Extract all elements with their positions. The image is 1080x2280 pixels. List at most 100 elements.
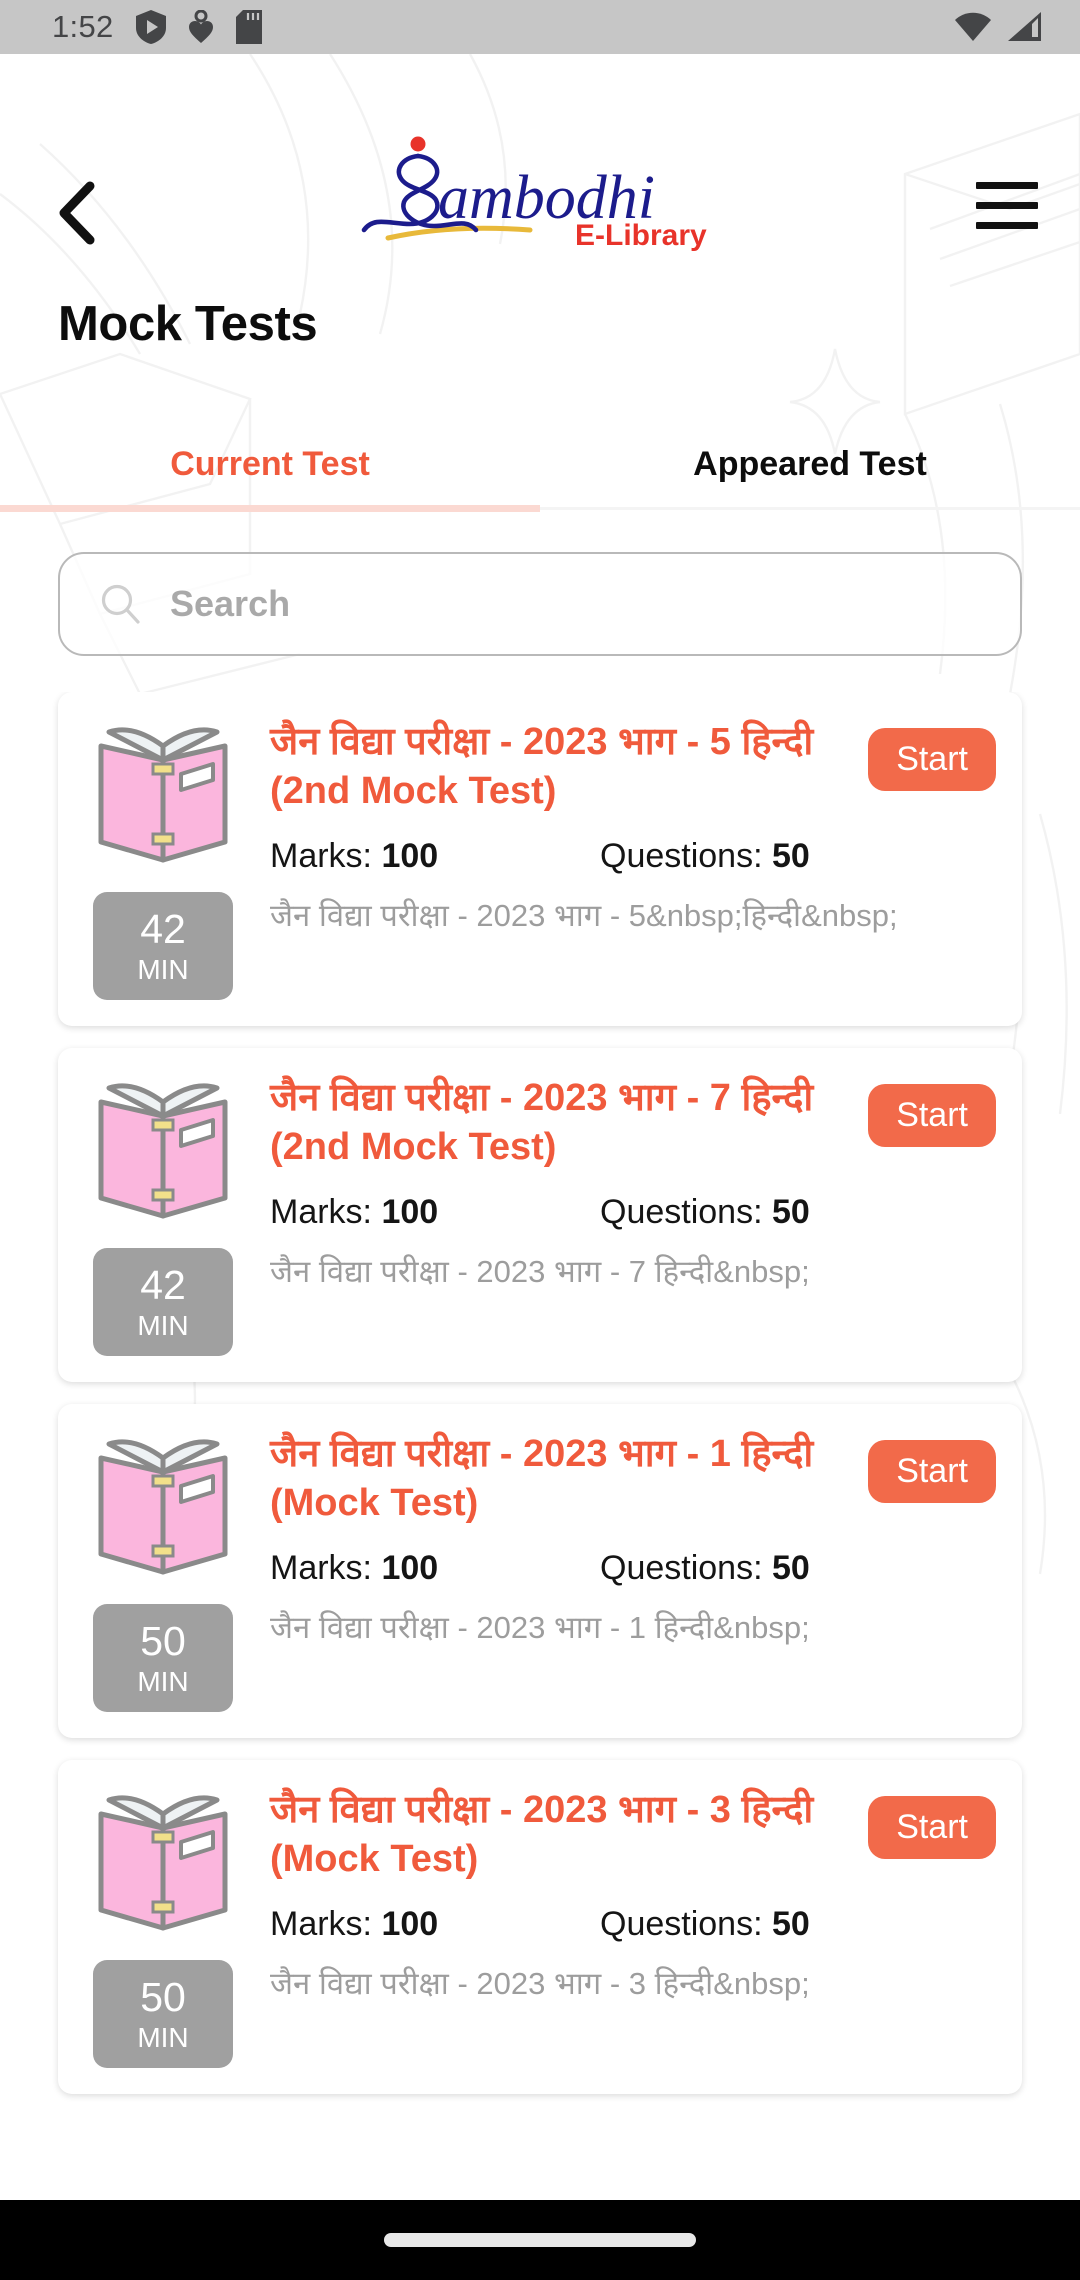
test-card-left: 42 MIN xyxy=(84,718,242,1000)
test-title: जैन विद्या परीक्षा - 2023 भाग - 1 हिन्दी… xyxy=(270,1433,814,1524)
test-card-body: जैन विद्या परीक्षा - 2023 भाग - 5 हिन्दी… xyxy=(242,718,996,938)
start-button[interactable]: Start xyxy=(868,1440,996,1503)
test-card-title-row: जैन विद्या परीक्षा - 2023 भाग - 3 हिन्दी… xyxy=(270,1786,996,1883)
questions-value: 50 xyxy=(771,837,810,876)
tab-active-indicator xyxy=(0,505,540,512)
test-card-title-row: जैन विद्या परीक्षा - 2023 भाग - 5 हिन्दी… xyxy=(270,718,996,815)
duration-unit: MIN xyxy=(137,953,189,985)
duration-value: 50 xyxy=(140,1973,186,2020)
test-card-left: 50 MIN xyxy=(84,1786,242,2068)
open-book-icon xyxy=(98,1083,228,1219)
status-bar-left: 1:52 xyxy=(52,9,262,45)
questions-label: Questions: xyxy=(600,837,763,876)
hamburger-menu-icon-bar2 xyxy=(976,201,1038,209)
duration-badge: 42 MIN xyxy=(93,892,233,1000)
back-button[interactable] xyxy=(40,176,114,250)
duration-value: 50 xyxy=(140,1617,186,1664)
marks-value: 100 xyxy=(381,1549,439,1588)
duration-badge: 50 MIN xyxy=(93,1960,233,2068)
questions-value: 50 xyxy=(771,1905,810,1944)
page-title: Mock Tests xyxy=(58,297,318,351)
system-navigation-bar xyxy=(0,2200,1080,2280)
test-card-body: जैन विद्या परीक्षा - 2023 भाग - 3 हिन्दी… xyxy=(242,1786,996,2006)
open-book-icon xyxy=(98,1795,228,1931)
test-card-title-row: जैन विद्या परीक्षा - 2023 भाग - 1 हिन्दी… xyxy=(270,1430,996,1527)
test-title: जैन विद्या परीक्षा - 2023 भाग - 3 हिन्दी… xyxy=(270,1789,814,1880)
sambodhi-logo-icon: ambodhi E-Library xyxy=(361,136,707,252)
home-gesture-pill[interactable] xyxy=(384,2233,696,2247)
open-book-icon xyxy=(98,1439,228,1575)
marks-label: Marks: xyxy=(270,1193,372,1232)
test-card-body: जैन विद्या परीक्षा - 2023 भाग - 7 हिन्दी… xyxy=(242,1074,996,1294)
hamburger-menu-icon-bar3 xyxy=(976,221,1038,229)
tab-bar: Current Test Appeared Test xyxy=(0,420,1080,508)
test-card[interactable]: 50 MIN जैन विद्या परीक्षा - 2023 भाग - 3… xyxy=(58,1760,1022,2094)
test-card-body: जैन विद्या परीक्षा - 2023 भाग - 1 हिन्दी… xyxy=(242,1430,996,1650)
duration-badge: 42 MIN xyxy=(93,1248,233,1356)
test-card[interactable]: 42 MIN जैन विद्या परीक्षा - 2023 भाग - 5… xyxy=(58,692,1022,1026)
test-description: जैन विद्या परीक्षा - 2023 भाग - 3 हिन्दी… xyxy=(270,1966,810,2002)
svg-text:E-Library: E-Library xyxy=(575,219,707,251)
search-input[interactable]: Search xyxy=(58,552,1022,656)
search-icon xyxy=(101,584,140,624)
marks-info: Marks: 100 xyxy=(270,1193,600,1232)
test-title: जैन विद्या परीक्षा - 2023 भाग - 5 हिन्दी… xyxy=(270,721,814,812)
chevron-left-icon xyxy=(59,181,95,245)
sd-card-icon xyxy=(235,10,262,44)
test-description: जैन विद्या परीक्षा - 2023 भाग - 1 हिन्दी… xyxy=(270,1610,810,1646)
test-card-left: 42 MIN xyxy=(84,1074,242,1356)
marks-value: 100 xyxy=(381,1193,439,1232)
questions-value: 50 xyxy=(771,1549,810,1588)
test-title: जैन विद्या परीक्षा - 2023 भाग - 7 हिन्दी… xyxy=(270,1077,814,1168)
test-meta: Marks: 100 Questions: 50 xyxy=(270,1905,996,1944)
duration-unit: MIN xyxy=(137,1309,189,1341)
test-card-left: 50 MIN xyxy=(84,1430,242,1712)
search-placeholder: Search xyxy=(170,583,291,624)
hamburger-menu-button[interactable] xyxy=(966,164,1048,246)
marks-info: Marks: 100 xyxy=(270,837,600,876)
start-button[interactable]: Start xyxy=(868,1084,996,1147)
questions-label: Questions: xyxy=(600,1905,763,1944)
app-screen: 1:52 ambodhi E-Library Mock Tests Curren… xyxy=(0,0,1080,2280)
marks-info: Marks: 100 xyxy=(270,1549,600,1588)
test-meta: Marks: 100 Questions: 50 xyxy=(270,1549,996,1588)
app-logo: ambodhi E-Library xyxy=(330,126,750,252)
questions-label: Questions: xyxy=(600,1193,763,1232)
status-bar-right xyxy=(954,12,1044,42)
status-clock: 1:52 xyxy=(52,9,114,44)
test-description: जैन विद्या परीक्षा - 2023 भाग - 7 हिन्दी… xyxy=(270,1254,810,1290)
start-button[interactable]: Start xyxy=(868,728,996,791)
duration-unit: MIN xyxy=(137,1665,189,1697)
marks-value: 100 xyxy=(381,1905,439,1944)
marks-label: Marks: xyxy=(270,837,372,876)
duration-unit: MIN xyxy=(137,2021,189,2053)
tab-appeared-test[interactable]: Appeared Test xyxy=(540,420,1080,508)
duration-badge: 50 MIN xyxy=(93,1604,233,1712)
app-header: ambodhi E-Library xyxy=(0,54,1080,252)
test-meta: Marks: 100 Questions: 50 xyxy=(270,837,996,876)
heart-pulse-icon xyxy=(188,10,213,43)
mock-test-list[interactable]: 42 MIN जैन विद्या परीक्षा - 2023 भाग - 5… xyxy=(0,692,1080,2200)
open-book-icon xyxy=(98,727,228,863)
questions-info: Questions: 50 xyxy=(600,1193,810,1232)
duration-value: 42 xyxy=(140,1261,186,1308)
test-description: जैन विद्या परीक्षा - 2023 भाग - 5&nbsp;ह… xyxy=(270,898,898,934)
marks-info: Marks: 100 xyxy=(270,1905,600,1944)
status-bar: 1:52 xyxy=(0,0,1080,54)
test-meta: Marks: 100 Questions: 50 xyxy=(270,1193,996,1232)
questions-label: Questions: xyxy=(600,1549,763,1588)
duration-value: 42 xyxy=(140,905,186,952)
wifi-icon xyxy=(955,12,991,42)
cellular-signal-icon xyxy=(1008,12,1041,41)
test-card[interactable]: 42 MIN जैन विद्या परीक्षा - 2023 भाग - 7… xyxy=(58,1048,1022,1382)
questions-info: Questions: 50 xyxy=(600,1905,810,1944)
start-button[interactable]: Start xyxy=(868,1796,996,1859)
tab-current-test[interactable]: Current Test xyxy=(0,420,540,508)
play-shield-icon xyxy=(135,10,166,44)
test-card[interactable]: 50 MIN जैन विद्या परीक्षा - 2023 भाग - 1… xyxy=(58,1404,1022,1738)
hamburger-menu-icon xyxy=(976,181,1038,189)
marks-label: Marks: xyxy=(270,1905,372,1944)
questions-value: 50 xyxy=(771,1193,810,1232)
test-card-title-row: जैन विद्या परीक्षा - 2023 भाग - 7 हिन्दी… xyxy=(270,1074,996,1171)
questions-info: Questions: 50 xyxy=(600,837,810,876)
